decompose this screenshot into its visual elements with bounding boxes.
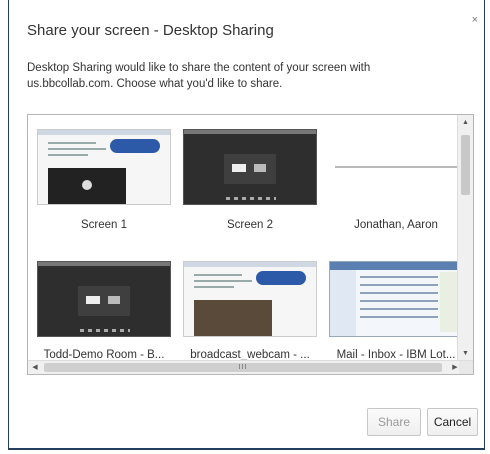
share-screen-dialog: Share your screen - Desktop Sharing × De… bbox=[8, 0, 485, 450]
scroll-up-icon[interactable]: ▲ bbox=[458, 115, 473, 130]
logo-icon bbox=[256, 271, 306, 285]
scrollbar-corner bbox=[459, 361, 473, 374]
source-label: Screen 2 bbox=[226, 219, 274, 231]
dialog-description: Desktop Sharing would like to share the … bbox=[27, 62, 371, 90]
window-thumbnail bbox=[183, 261, 317, 337]
screen-2-thumbnail bbox=[183, 129, 317, 205]
window-thumbnail bbox=[329, 129, 463, 205]
dialog-title: Share your screen - Desktop Sharing bbox=[27, 22, 274, 39]
source-label: Screen 1 bbox=[80, 219, 128, 231]
scroll-left-icon[interactable]: ◀ bbox=[28, 361, 42, 374]
vertical-scrollbar[interactable]: ▲ ▼ bbox=[457, 115, 473, 361]
share-button[interactable]: Share bbox=[367, 408, 421, 436]
source-grid: Screen 1 Screen 2 Jonathan, Aaron Todd-D… bbox=[28, 115, 463, 361]
close-icon[interactable]: × bbox=[472, 14, 478, 26]
scroll-down-icon[interactable]: ▼ bbox=[458, 346, 473, 361]
screen-1-thumbnail bbox=[37, 129, 171, 205]
window-thumbnail bbox=[37, 261, 171, 337]
logo-icon bbox=[110, 139, 160, 153]
cancel-button[interactable]: Cancel bbox=[427, 408, 478, 436]
horizontal-scroll-thumb[interactable]: III bbox=[44, 363, 442, 372]
source-label: Jonathan, Aaron bbox=[354, 219, 438, 231]
play-icon bbox=[82, 180, 92, 190]
vertical-scroll-thumb[interactable] bbox=[461, 135, 470, 195]
window-thumbnail bbox=[329, 261, 463, 337]
horizontal-scrollbar[interactable]: ◀ III ▶ bbox=[28, 360, 473, 374]
source-picker: Screen 1 Screen 2 Jonathan, Aaron Todd-D… bbox=[27, 114, 474, 375]
